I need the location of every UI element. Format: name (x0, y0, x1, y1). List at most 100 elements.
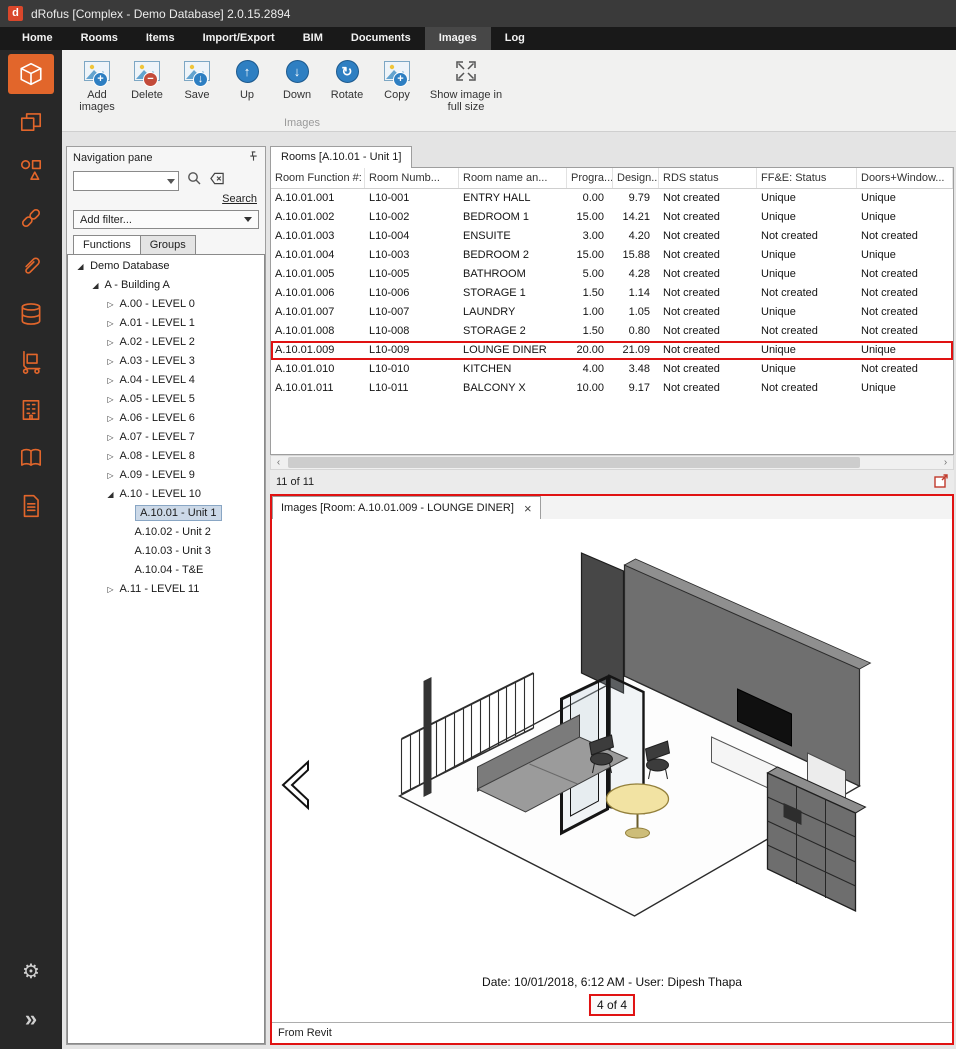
delete-button[interactable]: − Delete (124, 56, 170, 101)
menu-item-home[interactable]: Home (8, 27, 67, 50)
tree-item-a-08-level-8[interactable]: ▷ A.08 - LEVEL 8 (68, 447, 264, 466)
column-header[interactable]: RDS status (659, 168, 757, 188)
images-tab[interactable]: Images [Room: A.10.01.009 - LOUNGE DINER… (272, 496, 541, 519)
sidebar-document-button[interactable] (8, 486, 54, 526)
tree-expander-icon[interactable]: ▷ (104, 371, 117, 390)
search-input[interactable] (73, 171, 179, 191)
sidebar-rooms-button[interactable] (8, 54, 54, 94)
table-row[interactable]: A.10.01.001L10-001ENTRY HALL0.009.79Not … (271, 189, 953, 208)
search-icon[interactable] (187, 171, 202, 191)
sidebar-collapse-button[interactable]: » (8, 999, 54, 1039)
table-row[interactable]: A.10.01.009L10-009LOUNGE DINER20.0021.09… (271, 341, 953, 360)
tree-expander-icon[interactable]: ▷ (104, 580, 117, 599)
tree-item-label: A.04 - LEVEL 4 (119, 374, 194, 386)
tree-item-a-07-level-7[interactable]: ▷ A.07 - LEVEL 7 (68, 428, 264, 447)
sidebar-paperclip-button[interactable] (8, 246, 54, 286)
tree-item-a-10-01-unit-1[interactable]: A.10.01 - Unit 1 (68, 504, 264, 523)
menu-item-bim[interactable]: BIM (289, 27, 337, 50)
sidebar-book-button[interactable] (8, 438, 54, 478)
table-row[interactable]: A.10.01.004L10-003BEDROOM 215.0015.88Not… (271, 246, 953, 265)
rotate-button[interactable]: ↻ Rotate (324, 56, 370, 101)
column-header[interactable]: Room name an... (459, 168, 567, 188)
tree-item-a-05-level-5[interactable]: ▷ A.05 - LEVEL 5 (68, 390, 264, 409)
table-row[interactable]: A.10.01.008L10-008STORAGE 21.500.80Not c… (271, 322, 953, 341)
add-filter-dropdown[interactable]: Add filter... (73, 210, 259, 229)
tree-item-a-building-a[interactable]: ◢ A - Building A (68, 276, 264, 295)
clear-search-icon[interactable] (210, 172, 225, 190)
tree-item-a-10-03-unit-3[interactable]: A.10.03 - Unit 3 (68, 542, 264, 561)
tab-functions[interactable]: Functions (73, 235, 141, 254)
save-button[interactable]: ↓ Save (174, 56, 220, 101)
tree-expander-icon[interactable]: ▷ (104, 295, 117, 314)
sidebar-link-button[interactable] (8, 198, 54, 238)
sidebar-items-button[interactable] (8, 102, 54, 142)
cell: Not created (659, 227, 757, 246)
tree-item-a-02-level-2[interactable]: ▷ A.02 - LEVEL 2 (68, 333, 264, 352)
tree-expander-icon[interactable]: ▷ (104, 428, 117, 447)
tree-item-a-03-level-3[interactable]: ▷ A.03 - LEVEL 3 (68, 352, 264, 371)
show-image-in-full-size-button[interactable]: Show image in full size (424, 56, 508, 113)
table-row[interactable]: A.10.01.011L10-011BALCONY X10.009.17Not … (271, 379, 953, 398)
detach-panel-icon[interactable] (934, 474, 948, 491)
tree-item-a-10-level-10[interactable]: ◢ A.10 - LEVEL 10 (68, 485, 264, 504)
tree-expander-icon[interactable]: ▷ (104, 390, 117, 409)
tree-item-a-10-04-t-e[interactable]: A.10.04 - T&E (68, 561, 264, 580)
down-button[interactable]: ↓ Down (274, 56, 320, 101)
tree-item-a-06-level-6[interactable]: ▷ A.06 - LEVEL 6 (68, 409, 264, 428)
tree-expander-icon[interactable]: ▷ (104, 447, 117, 466)
tree-expander-icon[interactable]: ▷ (104, 409, 117, 428)
menu-item-import-export[interactable]: Import/Export (189, 27, 289, 50)
sidebar-trolley-button[interactable] (8, 342, 54, 382)
tree-item-a-10-02-unit-2[interactable]: A.10.02 - Unit 2 (68, 523, 264, 542)
add-images-button[interactable]: + Add images (74, 56, 120, 113)
copy-button[interactable]: + Copy (374, 56, 420, 101)
menu-item-images[interactable]: Images (425, 27, 491, 50)
previous-image-button[interactable] (274, 757, 316, 813)
tree-expander-icon[interactable]: ▷ (104, 352, 117, 371)
table-row[interactable]: A.10.01.010L10-010KITCHEN4.003.48Not cre… (271, 360, 953, 379)
scroll-right-icon[interactable]: › (938, 456, 953, 469)
menu-item-documents[interactable]: Documents (337, 27, 425, 50)
cell: Not created (857, 322, 953, 341)
column-header[interactable]: Progra... (567, 168, 613, 188)
scroll-left-icon[interactable]: ‹ (271, 456, 286, 469)
sidebar-shapes-button[interactable] (8, 150, 54, 190)
sidebar-building-button[interactable] (8, 390, 54, 430)
tree-item-a-01-level-1[interactable]: ▷ A.01 - LEVEL 1 (68, 314, 264, 333)
column-header[interactable]: Design... (613, 168, 659, 188)
tree-item-demo-database[interactable]: ◢ Demo Database (68, 257, 264, 276)
combo-caret-icon[interactable] (167, 179, 175, 184)
pin-icon[interactable] (248, 151, 259, 165)
up-button[interactable]: ↑ Up (224, 56, 270, 101)
search-link[interactable]: Search (222, 193, 257, 205)
tree-item-a-11-level-11[interactable]: ▷ A.11 - LEVEL 11 (68, 580, 264, 599)
close-tab-icon[interactable]: × (524, 502, 532, 515)
sidebar-database-button[interactable] (8, 294, 54, 334)
tree-item-a-09-level-9[interactable]: ▷ A.09 - LEVEL 9 (68, 466, 264, 485)
column-header[interactable]: FF&E: Status (757, 168, 857, 188)
table-row[interactable]: A.10.01.002L10-002BEDROOM 115.0014.21Not… (271, 208, 953, 227)
menu-item-items[interactable]: Items (132, 27, 189, 50)
column-header[interactable]: Doors+Window... (857, 168, 953, 188)
tree-expander-icon[interactable]: ▷ (104, 314, 117, 333)
tree-expander-icon[interactable]: ◢ (74, 257, 87, 276)
column-header[interactable]: Room Numb... (365, 168, 459, 188)
scrollbar-thumb[interactable] (288, 457, 860, 468)
sidebar-settings-button[interactable]: ⚙ (8, 951, 54, 991)
column-header[interactable]: Room Function #: (271, 168, 365, 188)
table-row[interactable]: A.10.01.003L10-004ENSUITE3.004.20Not cre… (271, 227, 953, 246)
rooms-tab[interactable]: Rooms [A.10.01 - Unit 1] (270, 146, 412, 168)
table-row[interactable]: A.10.01.007L10-007LAUNDRY1.001.05Not cre… (271, 303, 953, 322)
tree-expander-icon[interactable]: ◢ (89, 276, 102, 295)
tree-expander-icon[interactable]: ▷ (104, 333, 117, 352)
horizontal-scrollbar[interactable]: ‹ › (270, 455, 954, 470)
tree-expander-icon[interactable]: ▷ (104, 466, 117, 485)
menu-item-rooms[interactable]: Rooms (67, 27, 132, 50)
tree-item-a-00-level-0[interactable]: ▷ A.00 - LEVEL 0 (68, 295, 264, 314)
tree-expander-icon[interactable]: ◢ (104, 485, 117, 504)
menu-item-log[interactable]: Log (491, 27, 539, 50)
tree-item-a-04-level-4[interactable]: ▷ A.04 - LEVEL 4 (68, 371, 264, 390)
table-row[interactable]: A.10.01.005L10-005BATHROOM5.004.28Not cr… (271, 265, 953, 284)
table-row[interactable]: A.10.01.006L10-006STORAGE 11.501.14Not c… (271, 284, 953, 303)
tab-groups[interactable]: Groups (140, 235, 196, 254)
